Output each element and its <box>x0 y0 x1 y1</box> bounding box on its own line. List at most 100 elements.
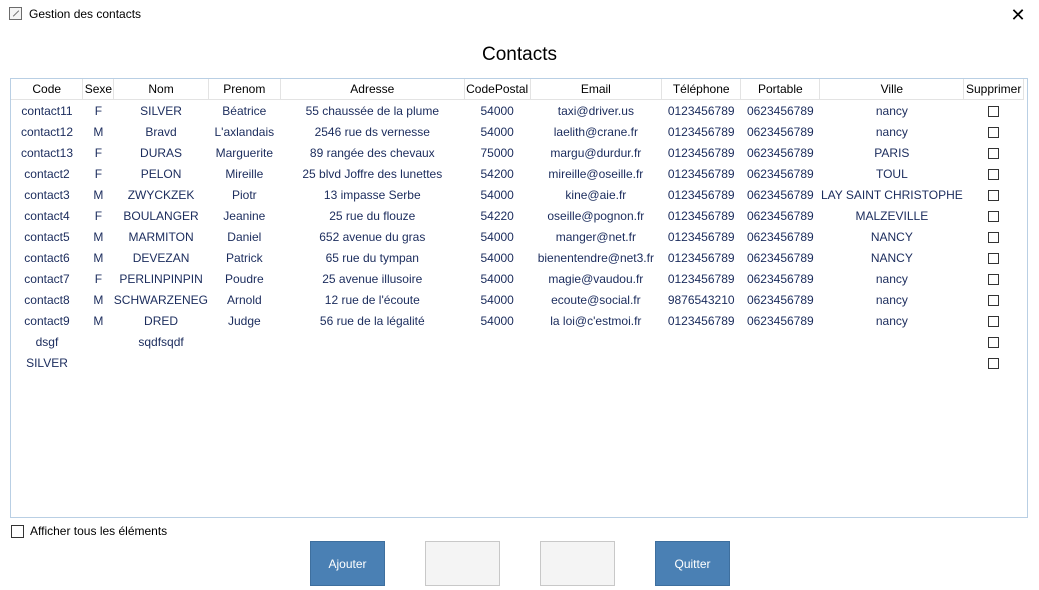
table-cell[interactable]: Patrick <box>208 247 280 268</box>
table-cell[interactable]: L'axlandais <box>208 121 280 142</box>
table-cell[interactable]: nancy <box>820 289 964 310</box>
table-cell[interactable]: 89 rangée des chevaux <box>280 142 464 163</box>
table-cell[interactable]: 25 rue du flouze <box>280 205 464 226</box>
column-header[interactable]: Nom <box>113 79 209 100</box>
table-cell[interactable]: Piotr <box>208 184 280 205</box>
table-cell[interactable]: contact5 <box>11 226 83 247</box>
table-cell[interactable]: la loi@c'estmoi.fr <box>530 310 662 331</box>
delete-checkbox[interactable] <box>988 294 1000 306</box>
table-cell[interactable]: 0123456789 <box>662 205 741 226</box>
table-cell[interactable]: Judge <box>208 310 280 331</box>
table-cell[interactable] <box>280 352 464 373</box>
table-cell[interactable]: manger@net.fr <box>530 226 662 247</box>
table-row[interactable]: contact8MSCHWARZENEGGERArnold12 rue de l… <box>11 289 1024 310</box>
column-header[interactable]: Ville <box>819 79 965 100</box>
table-cell[interactable]: SCHWARZENEGGER <box>114 289 209 310</box>
table-cell[interactable]: taxi@driver.us <box>530 100 662 122</box>
table-cell[interactable] <box>662 331 741 352</box>
table-cell[interactable]: 0123456789 <box>662 100 741 122</box>
column-header[interactable]: Sexe <box>82 79 115 100</box>
table-row[interactable]: contact6 M DEVEZAN Patrick 65 rue du tympan 5… <box>11 247 1024 268</box>
table-cell[interactable]: F <box>83 205 114 226</box>
column-header[interactable]: Code <box>11 79 84 100</box>
table-cell[interactable]: Béatrice <box>208 100 280 122</box>
table-cell[interactable]: 65 rue du tympan <box>280 247 464 268</box>
table-cell[interactable] <box>83 331 114 352</box>
table-cell[interactable]: nancy <box>820 268 964 289</box>
table-cell[interactable]: 0623456789 <box>741 268 820 289</box>
table-cell[interactable]: 55 chaussée de la plume <box>280 100 464 122</box>
column-header[interactable]: Adresse <box>280 79 465 100</box>
table-cell[interactable]: contact7 <box>11 268 83 289</box>
table-cell[interactable]: contact13 <box>11 142 83 163</box>
table-cell[interactable]: Bravd <box>114 121 209 142</box>
column-header[interactable]: CodePostal <box>464 79 531 100</box>
table-cell[interactable]: 12 rue de l'écoute <box>280 289 464 310</box>
table-cell[interactable] <box>741 331 820 352</box>
table-cell[interactable]: 54000 <box>464 226 530 247</box>
delete-checkbox[interactable] <box>988 189 1000 201</box>
table-cell[interactable]: 0623456789 <box>741 205 820 226</box>
table-cell[interactable]: DRED <box>114 310 209 331</box>
table-cell[interactable]: Marguerite <box>208 142 280 163</box>
table-cell[interactable]: NANCY <box>820 226 964 247</box>
column-header[interactable]: Prenom <box>208 79 281 100</box>
table-row[interactable]: SILVER <box>11 352 1024 373</box>
contacts-grid[interactable]: Code Sexe Nom Prenom Adresse CodePostal Email T… <box>10 78 1028 518</box>
table-cell[interactable] <box>280 331 464 352</box>
table-cell[interactable]: PARIS <box>820 142 964 163</box>
table-cell[interactable]: MARMITON <box>114 226 209 247</box>
table-cell[interactable]: 54000 <box>464 100 530 122</box>
table-row[interactable]: contact7 F PERLINPINPIN Poudre 25 avenue ill… <box>11 268 1024 289</box>
quit-button[interactable]: Quitter <box>655 541 730 586</box>
table-cell[interactable] <box>530 352 662 373</box>
table-cell[interactable]: contact6 <box>11 247 83 268</box>
table-cell[interactable]: 54000 <box>464 268 530 289</box>
column-header[interactable]: Téléphone <box>661 79 742 100</box>
table-cell[interactable] <box>208 352 280 373</box>
table-cell[interactable]: F <box>83 100 114 122</box>
table-row[interactable]: contact11 F SILVER Béatrice 55 chaussée de l… <box>11 100 1024 122</box>
table-cell[interactable]: 54000 <box>464 310 530 331</box>
table-cell[interactable]: 25 avenue illusoire <box>280 268 464 289</box>
table-row[interactable]: contact13 F DURAS Marguerite 89 rangée des c… <box>11 142 1024 163</box>
table-cell[interactable]: DURAS <box>114 142 209 163</box>
table-cell[interactable]: 0123456789 <box>662 268 741 289</box>
delete-checkbox[interactable] <box>988 273 1000 285</box>
table-cell[interactable] <box>820 331 964 352</box>
table-cell[interactable]: nancy <box>820 100 964 122</box>
delete-checkbox[interactable] <box>988 252 1000 264</box>
table-cell[interactable]: nancy <box>820 121 964 142</box>
table-cell[interactable]: contact9 <box>11 310 83 331</box>
table-cell[interactable]: SILVER <box>11 352 83 373</box>
table-cell[interactable]: BOULANGER <box>114 205 209 226</box>
table-cell[interactable]: 54220 <box>464 205 530 226</box>
table-row[interactable]: contact3 M ZWYCKZEK Piotr 13 impasse Serbe 54… <box>11 184 1024 205</box>
table-cell[interactable]: Jeanine <box>208 205 280 226</box>
table-cell[interactable]: Poudre <box>208 268 280 289</box>
table-cell[interactable]: 0623456789 <box>741 226 820 247</box>
delete-checkbox[interactable] <box>988 126 1000 138</box>
table-cell[interactable]: Arnold <box>208 289 280 310</box>
table-cell[interactable]: contact12 <box>11 121 83 142</box>
table-cell[interactable]: 0123456789 <box>662 163 741 184</box>
table-cell[interactable]: 0123456789 <box>662 121 741 142</box>
table-cell[interactable]: 0623456789 <box>741 163 820 184</box>
table-cell[interactable]: 25 blvd Joffre des lunettes <box>280 163 464 184</box>
table-row[interactable]: contact12 M Bravd L'axlandais 2546 rue ds ve… <box>11 121 1024 142</box>
column-header[interactable]: Portable <box>740 79 821 100</box>
table-cell[interactable]: sqdfsqdf <box>114 331 209 352</box>
table-cell[interactable]: 54000 <box>464 121 530 142</box>
close-button[interactable]: ✕ <box>1001 2 1035 28</box>
table-cell[interactable]: kine@aie.fr <box>530 184 662 205</box>
table-cell[interactable]: 2546 rue ds vernesse <box>280 121 464 142</box>
table-cell[interactable]: MALZEVILLE <box>820 205 964 226</box>
table-cell[interactable]: 0123456789 <box>662 142 741 163</box>
delete-checkbox[interactable] <box>988 336 1000 348</box>
show-all-checkbox[interactable] <box>11 524 24 538</box>
table-cell[interactable]: LAY SAINT CHRISTOPHE <box>820 184 964 205</box>
table-cell[interactable]: oseille@pognon.fr <box>530 205 662 226</box>
table-cell[interactable]: M <box>83 310 114 331</box>
table-cell[interactable]: F <box>83 268 114 289</box>
table-cell[interactable]: 0623456789 <box>741 100 820 122</box>
